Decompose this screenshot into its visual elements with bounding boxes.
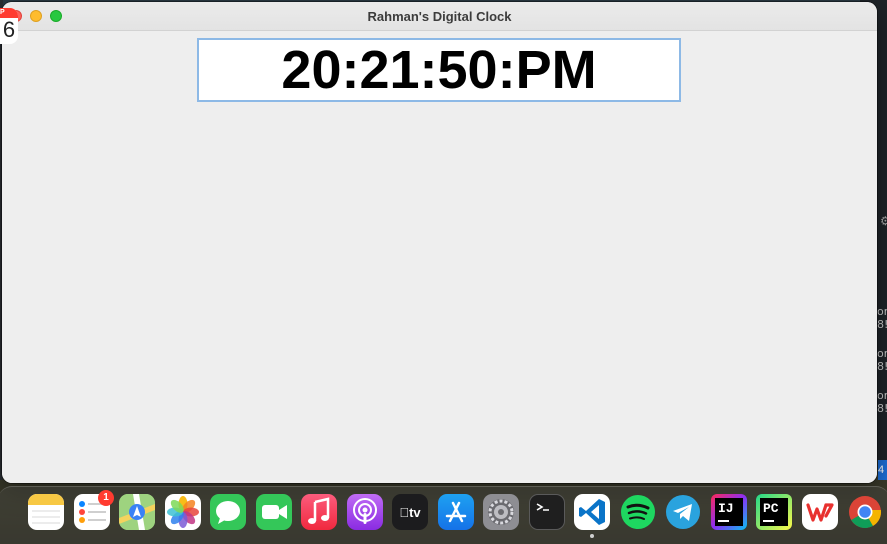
maps-icon [119, 494, 155, 530]
dock-item-vscode[interactable] [574, 494, 610, 530]
wps-office-icon [806, 503, 834, 522]
dock-item-music[interactable] [301, 494, 337, 530]
background-text-fragment: 8! [877, 402, 887, 415]
dock-item-maps[interactable] [119, 494, 155, 530]
background-gear-icon: ⚙ [880, 214, 887, 228]
clock-display: 20:21:50:PM [197, 38, 681, 102]
apple-tv-icon: tv [399, 505, 420, 520]
dock-item-app-store[interactable] [438, 494, 474, 530]
dock-item-terminal[interactable] [529, 494, 565, 530]
clock-time-label: 20:21:50:PM [281, 40, 597, 100]
background-edge-badge: 4 [878, 460, 887, 480]
window-title: Rahman's Digital Clock [367, 9, 512, 24]
dock-item-podcasts[interactable] [347, 494, 383, 530]
messages-icon [216, 501, 240, 524]
pycharm-label: PC [763, 501, 779, 516]
dock-item-pycharm[interactable]: PC [756, 494, 792, 530]
terminal-icon [536, 503, 549, 511]
background-text-fragment: or [877, 347, 887, 360]
dock-item-telegram[interactable] [665, 494, 701, 530]
spotify-icon [621, 495, 655, 529]
dock-item-calendar[interactable]: EP 6 [0, 8, 18, 44]
pycharm-icon: PC [760, 498, 788, 526]
dock-item-facetime[interactable] [256, 494, 292, 530]
dock-item-chrome[interactable] [847, 494, 883, 530]
music-icon [308, 497, 330, 524]
dock-item-wps-office[interactable] [802, 494, 838, 530]
dock-item-spotify[interactable] [620, 494, 656, 530]
calendar-day-label: 6 [2, 17, 16, 42]
gear-icon [488, 499, 514, 525]
dock-item-messages[interactable] [210, 494, 246, 530]
dock-item-notes[interactable] [28, 494, 64, 530]
app-window: Rahman's Digital Clock 20:21:50:PM [2, 2, 877, 483]
reminders-badge: 1 [98, 490, 114, 506]
dock-item-intellij[interactable]: IJ [711, 494, 747, 530]
intellij-label: IJ [718, 501, 734, 516]
content-pane: 20:21:50:PM [2, 31, 877, 483]
running-indicator [590, 534, 594, 538]
app-store-icon [445, 501, 467, 523]
podcasts-icon [353, 498, 377, 524]
dock-item-system-settings[interactable] [483, 494, 519, 530]
background-text-fragment: 8! [877, 318, 887, 331]
apple-tv-label: tv [404, 504, 421, 520]
telegram-icon [666, 495, 700, 529]
photos-icon [167, 496, 199, 528]
background-text-fragment: 8! [877, 360, 887, 373]
facetime-icon [262, 505, 287, 519]
vscode-icon [579, 499, 605, 525]
title-bar[interactable]: Rahman's Digital Clock [2, 2, 877, 31]
background-text-fragment: or [877, 389, 887, 402]
dock-item-apple-tv[interactable]: tv [392, 494, 428, 530]
dock-item-photos[interactable] [165, 494, 201, 530]
notes-icon [28, 494, 64, 524]
chrome-icon [849, 496, 882, 529]
background-text-fragment: or [877, 305, 887, 318]
intellij-icon: IJ [715, 498, 743, 526]
